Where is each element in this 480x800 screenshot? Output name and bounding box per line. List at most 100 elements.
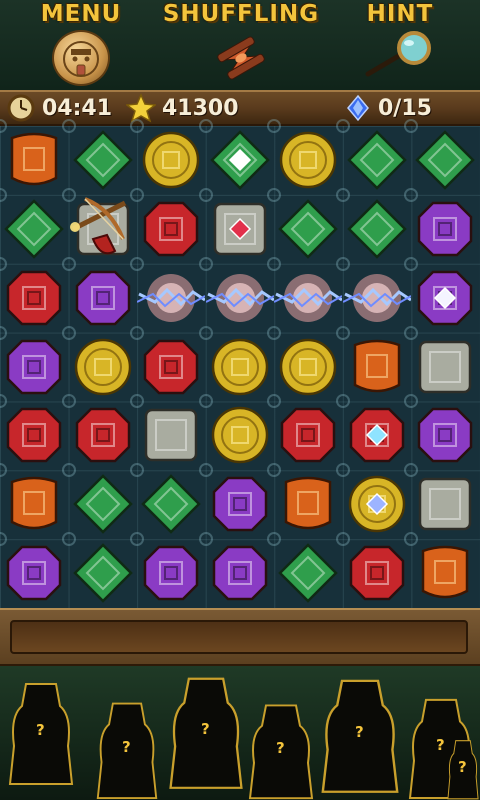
grid-ornament bbox=[404, 256, 419, 271]
grid-ornament bbox=[61, 325, 76, 340]
board-cell[interactable] bbox=[198, 463, 274, 538]
board-cell[interactable] bbox=[0, 463, 68, 538]
game-board[interactable] bbox=[0, 119, 480, 608]
board-cell[interactable] bbox=[0, 187, 68, 263]
grid-ornament bbox=[0, 394, 7, 409]
board-cell[interactable] bbox=[267, 463, 342, 538]
board-cell[interactable] bbox=[0, 532, 68, 607]
board-cell[interactable] bbox=[61, 119, 137, 194]
board-cell[interactable] bbox=[404, 532, 479, 607]
grid-ornament bbox=[404, 394, 419, 409]
grid-ornament bbox=[61, 532, 76, 547]
board-cell[interactable] bbox=[335, 119, 411, 194]
character-collection: ??????? bbox=[0, 666, 480, 800]
board-cell[interactable] bbox=[335, 187, 411, 263]
board-cell[interactable] bbox=[61, 463, 137, 538]
board-cell[interactable] bbox=[267, 119, 342, 194]
unknown-character-mark: ? bbox=[276, 739, 285, 757]
board-cell[interactable] bbox=[130, 325, 205, 401]
board-cell[interactable] bbox=[335, 256, 411, 332]
board-cell[interactable] bbox=[198, 187, 274, 263]
lightning-charged-tile bbox=[205, 273, 274, 322]
grid-ornament bbox=[267, 325, 282, 340]
grid-ornament bbox=[0, 256, 7, 271]
grid-ornament bbox=[130, 325, 145, 340]
magnifier-icon bbox=[362, 30, 438, 84]
purple-octagon-tile bbox=[75, 270, 130, 325]
green-diamond-tile bbox=[278, 199, 339, 259]
board-cell[interactable] bbox=[130, 187, 205, 263]
board-cell[interactable] bbox=[335, 532, 411, 607]
purple-octagon-tile bbox=[6, 545, 62, 601]
green-diamond-tile bbox=[72, 474, 133, 535]
board-cell[interactable] bbox=[61, 532, 137, 607]
board-cell[interactable] bbox=[267, 187, 342, 263]
grid-ornament bbox=[267, 463, 282, 478]
grid-ornament bbox=[198, 119, 213, 133]
grid-ornament bbox=[335, 256, 350, 271]
board-cell[interactable] bbox=[130, 394, 205, 469]
board-cell[interactable] bbox=[0, 394, 68, 469]
board-cell[interactable] bbox=[61, 325, 137, 401]
board-cell[interactable] bbox=[61, 394, 137, 469]
purple-octagon-tile bbox=[143, 545, 199, 601]
grid-ornament bbox=[61, 119, 76, 133]
board-cell[interactable] bbox=[335, 325, 411, 401]
hint-label: HINT bbox=[366, 1, 434, 27]
purple-octagon-tile bbox=[212, 545, 267, 601]
sun-mask-icon bbox=[52, 30, 110, 86]
menu-label: MENU bbox=[40, 1, 122, 27]
grid-ornament bbox=[335, 119, 350, 133]
crossbow-icon[interactable] bbox=[63, 189, 143, 269]
board-cell[interactable] bbox=[198, 394, 274, 469]
grid-ornament bbox=[198, 187, 213, 202]
clock-icon bbox=[7, 94, 35, 122]
board-cell[interactable] bbox=[61, 256, 137, 332]
grid-ornament bbox=[404, 532, 419, 547]
board-cell[interactable] bbox=[198, 532, 274, 607]
green-diamond-tile bbox=[278, 543, 339, 603]
shuffle-button[interactable]: SHUFFLING bbox=[160, 0, 322, 86]
board-cell[interactable] bbox=[267, 256, 343, 332]
shuffle-label: SHUFFLING bbox=[162, 1, 320, 27]
grid-ornament bbox=[0, 119, 7, 133]
board-cell[interactable] bbox=[404, 325, 479, 401]
board-cell[interactable] bbox=[267, 394, 342, 469]
board-cell[interactable] bbox=[404, 394, 479, 469]
board-cell[interactable] bbox=[404, 463, 479, 538]
board-cell[interactable] bbox=[404, 187, 479, 263]
green-diamond-tile bbox=[141, 474, 201, 535]
board-cell[interactable] bbox=[130, 119, 205, 194]
grid-ornament bbox=[267, 187, 282, 202]
red-octagon-tile bbox=[6, 270, 62, 325]
board-cell[interactable] bbox=[130, 256, 206, 332]
board-cell[interactable] bbox=[198, 325, 274, 401]
grid-ornament bbox=[130, 119, 145, 133]
board-cell[interactable] bbox=[404, 119, 479, 194]
menu-button[interactable]: MENU bbox=[36, 0, 126, 86]
board-cell[interactable] bbox=[0, 325, 68, 401]
board-cell[interactable] bbox=[335, 394, 411, 469]
board-cell[interactable] bbox=[198, 119, 274, 194]
board-cell[interactable] bbox=[267, 325, 342, 401]
yellow-coin-tile bbox=[211, 338, 268, 395]
board-cell[interactable] bbox=[0, 119, 68, 194]
board-cell[interactable] bbox=[198, 256, 274, 332]
grid-ornament bbox=[267, 394, 282, 409]
hint-button[interactable]: HINT bbox=[360, 0, 440, 86]
purple-octagon-tile bbox=[418, 201, 473, 257]
silver-square-tile bbox=[419, 478, 472, 531]
grid-ornament bbox=[130, 394, 145, 409]
board-cell[interactable] bbox=[0, 256, 68, 332]
grid-ornament bbox=[404, 325, 419, 340]
red-octagon-tile bbox=[281, 408, 336, 463]
board-cell[interactable] bbox=[130, 532, 205, 607]
board-cell[interactable] bbox=[267, 532, 342, 607]
green-diamond-tile bbox=[415, 130, 476, 190]
board-cell[interactable] bbox=[404, 256, 479, 332]
board-cell[interactable] bbox=[130, 463, 205, 538]
grid-ornament bbox=[335, 394, 350, 409]
orange-shield-tile bbox=[353, 339, 401, 392]
green-diamond-tile bbox=[4, 199, 64, 259]
board-cell[interactable] bbox=[335, 463, 411, 538]
